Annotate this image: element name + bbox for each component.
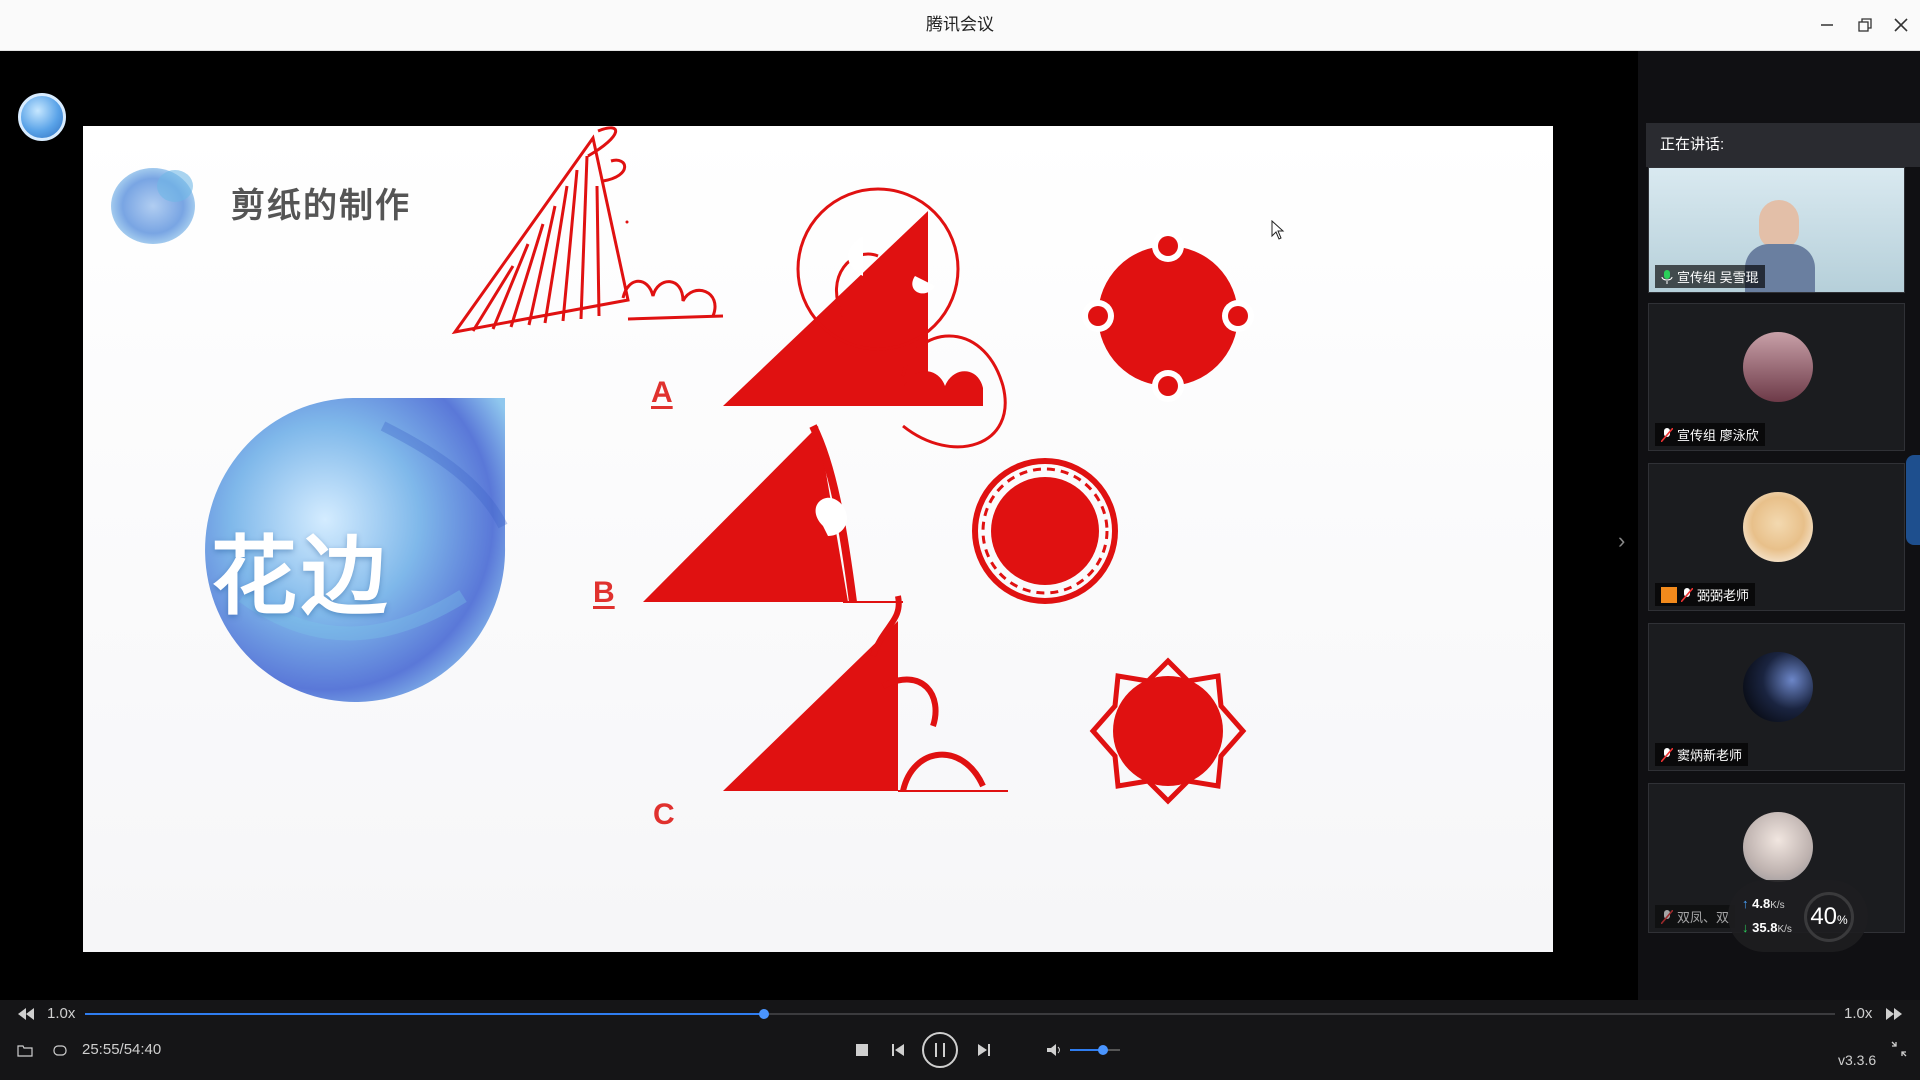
upload-speed-value: 4.8 — [1752, 896, 1771, 911]
participant-tile-2[interactable]: 宣传组 廖泳欣 — [1648, 303, 1905, 451]
playback-time: 25:55/54:40 — [82, 1041, 162, 1058]
rosette-a — [1082, 230, 1254, 402]
player-controls: 1.0x 1.0x 25:55/54:40 v3.3.6 — [0, 1000, 1920, 1080]
mic-muted-icon — [1661, 747, 1673, 762]
cpu-percent-value: 40 — [1810, 903, 1838, 930]
sketch-triangle — [451, 126, 724, 335]
folder-icon[interactable] — [15, 1040, 35, 1060]
participant-name-tag: 双凤、双 — [1655, 905, 1736, 928]
pause-button[interactable] — [922, 1032, 958, 1068]
chevron-right-icon[interactable]: › — [1618, 528, 1625, 554]
progress-fill — [85, 1013, 764, 1015]
loop-icon[interactable] — [50, 1040, 70, 1060]
slide-title: 剪纸的制作 — [231, 187, 411, 225]
participant-name: 双凤、双 — [1677, 910, 1730, 925]
speaking-indicator: 正在讲话: — [1646, 123, 1920, 167]
stop-icon[interactable] — [852, 1040, 872, 1060]
volume-slider[interactable] — [1070, 1045, 1120, 1055]
cpu-percent-ring: 40% — [1804, 892, 1854, 942]
speed-right[interactable]: 1.0x — [1844, 1005, 1872, 1022]
network-speed-badge[interactable]: ↑ 4.8K/s ↓ 35.8K/s 40% — [1728, 880, 1868, 952]
host-badge-icon — [1661, 586, 1677, 603]
participant-avatar — [1743, 332, 1813, 402]
participant-name-tag: 窦炳新老师 — [1655, 743, 1749, 766]
window-titlebar: 腾讯会议 — [0, 0, 1920, 51]
participant-name: 窦炳新老师 — [1677, 748, 1743, 763]
mic-muted-icon — [1681, 587, 1693, 602]
host-avatar[interactable] — [18, 93, 66, 141]
download-arrow-icon: ↓ — [1742, 920, 1749, 935]
mouse-cursor-icon — [1271, 219, 1285, 245]
exit-fullscreen-icon[interactable] — [1888, 1038, 1910, 1060]
upload-speed-unit: K/s — [1770, 900, 1785, 911]
papercut-a — [723, 187, 1007, 449]
rosette-c — [1089, 657, 1247, 805]
presentation-slide: 剪纸的制作 花边 A B C — [83, 126, 1553, 952]
participant-name: 弼弼老师 — [1697, 588, 1750, 603]
participant-name: 宣传组 廖泳欣 — [1677, 428, 1759, 443]
papercut-b — [643, 424, 903, 603]
panel-collapse-toggle[interactable] — [1906, 455, 1920, 545]
rosette-b — [972, 458, 1118, 604]
app-version: v3.3.6 — [1838, 1052, 1877, 1068]
upload-arrow-icon: ↑ — [1742, 896, 1749, 911]
participant-tile-3[interactable]: 弼弼老师 — [1648, 463, 1905, 611]
participant-avatar — [1743, 492, 1813, 562]
playback-progress[interactable] — [85, 1009, 1835, 1019]
mic-on-icon — [1661, 269, 1673, 284]
restore-icon[interactable] — [1852, 12, 1878, 38]
participant-tile-4[interactable]: 窦炳新老师 — [1648, 623, 1905, 771]
mic-muted-icon — [1661, 909, 1673, 924]
cpu-percent-unit: % — [1837, 913, 1848, 927]
upload-speed: ↑ 4.8K/s — [1742, 896, 1785, 911]
mic-muted-icon — [1661, 427, 1673, 442]
participants-panel: 正在讲话: 宣传组 吴雪琨 宣传组 廖泳欣 弼弼老师 窦炳新老师 双凤、双 — [1638, 51, 1920, 1000]
download-speed-unit: K/s — [1777, 924, 1792, 935]
participant-tile-1[interactable]: 宣传组 吴雪琨 — [1648, 167, 1905, 293]
participant-name-tag: 宣传组 吴雪琨 — [1655, 265, 1765, 288]
close-icon[interactable] — [1888, 12, 1914, 38]
option-label-b: B — [593, 576, 615, 609]
speaking-label: 正在讲话: — [1660, 136, 1725, 153]
volume-icon[interactable] — [1044, 1040, 1064, 1060]
minimize-icon[interactable] — [1814, 12, 1840, 38]
option-label-c: C — [653, 798, 675, 831]
fast-forward-icon[interactable] — [1884, 1004, 1904, 1024]
next-icon[interactable] — [974, 1040, 994, 1060]
window-title: 腾讯会议 — [926, 15, 994, 34]
download-speed-value: 35.8 — [1752, 920, 1778, 935]
option-label-a: A — [651, 376, 673, 409]
previous-icon[interactable] — [888, 1040, 908, 1060]
progress-knob[interactable] — [759, 1009, 769, 1019]
volume-knob[interactable] — [1097, 1045, 1108, 1055]
participant-avatar — [1743, 812, 1813, 882]
watercolor-blob-small — [111, 168, 195, 244]
participant-avatar — [1743, 652, 1813, 722]
pause-icon — [935, 1043, 945, 1057]
papercut-c — [723, 595, 1008, 792]
person-head — [1759, 200, 1799, 248]
participant-name-tag: 弼弼老师 — [1655, 583, 1756, 606]
download-speed: ↓ 35.8K/s — [1742, 920, 1792, 935]
slide-blob-text: 花边 — [211, 529, 391, 625]
rewind-icon[interactable] — [16, 1004, 36, 1024]
speed-left[interactable]: 1.0x — [47, 1005, 75, 1022]
participant-name-tag: 宣传组 廖泳欣 — [1655, 423, 1765, 446]
participant-name: 宣传组 吴雪琨 — [1677, 270, 1759, 285]
